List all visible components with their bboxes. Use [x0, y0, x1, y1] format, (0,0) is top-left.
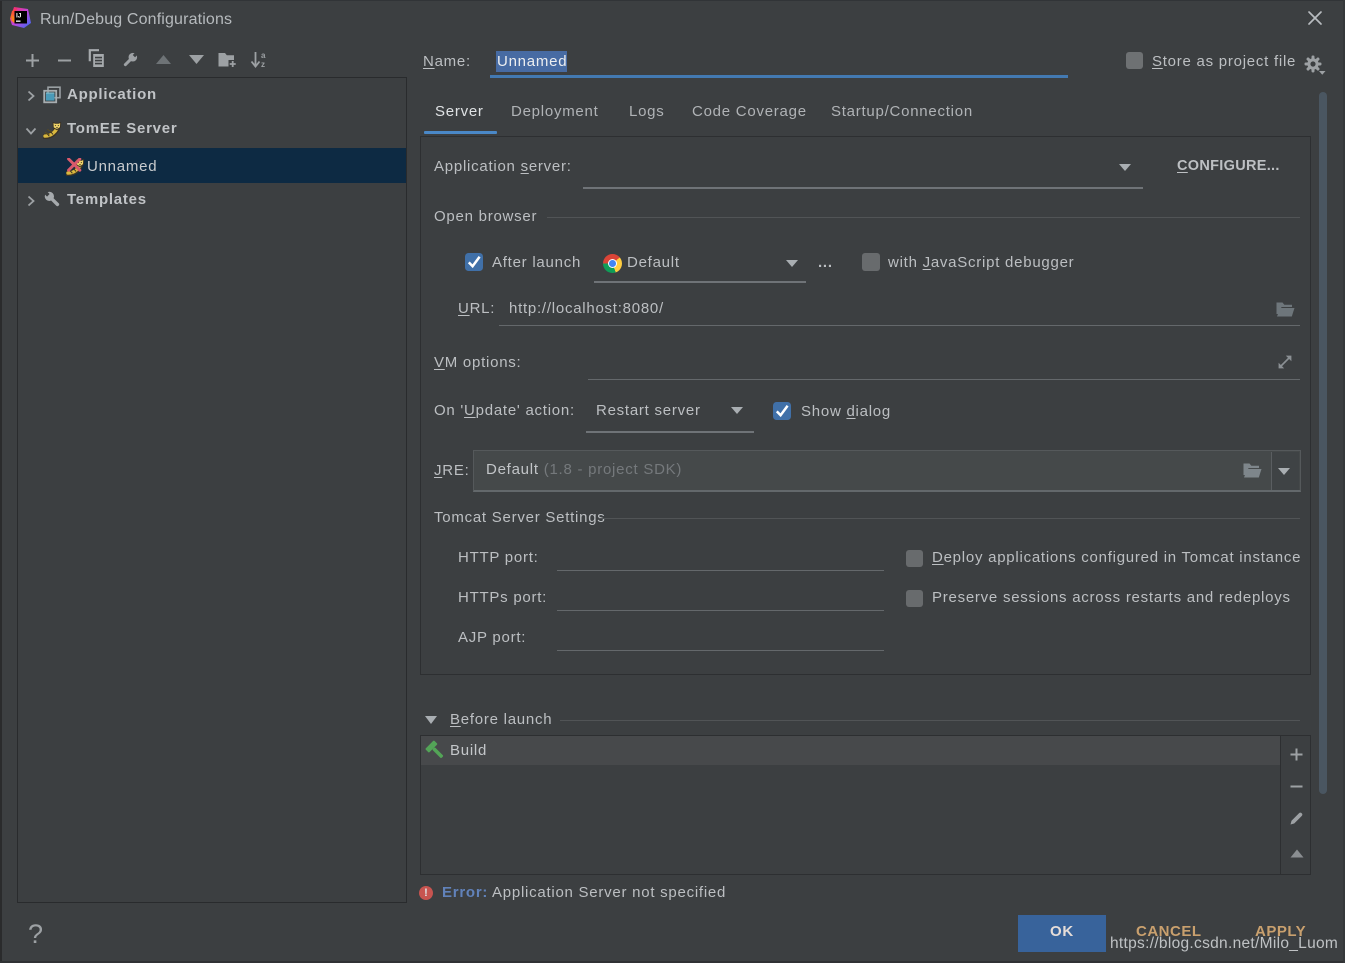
- svg-text:z: z: [261, 60, 265, 69]
- svg-text:a: a: [261, 51, 266, 60]
- svg-text:IJ: IJ: [16, 13, 22, 20]
